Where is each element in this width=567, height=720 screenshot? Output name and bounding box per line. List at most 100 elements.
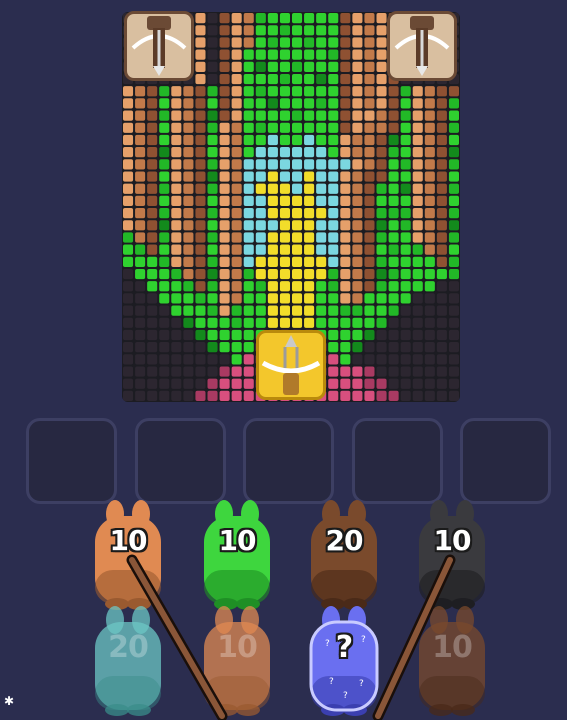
bunny-shade (204, 570, 270, 604)
pixel-cell (267, 25, 278, 36)
pixel-cell (183, 329, 194, 341)
pixel-cell (183, 390, 194, 401)
pixel-cell (364, 159, 375, 170)
bunny-orange[interactable]: 10 (196, 606, 278, 716)
pixel-cell (231, 220, 242, 231)
pixel-cell (195, 366, 206, 377)
pixel-cell (340, 98, 351, 109)
bunny-teal[interactable]: 20 (87, 606, 169, 716)
pixel-cell (400, 98, 411, 109)
pixel-cell (436, 293, 447, 304)
pixel-cell (340, 354, 351, 365)
pixel-cell (340, 25, 351, 36)
pixel-cell (352, 171, 363, 182)
pixel-cell (352, 378, 363, 389)
pixel-cell (171, 110, 182, 121)
pixel-cell (195, 268, 206, 280)
pixel-cell (135, 208, 146, 219)
pixel-cell (448, 366, 459, 377)
pixel-cell (207, 86, 218, 97)
turret-top-left[interactable] (124, 11, 194, 81)
pixel-cell (304, 49, 315, 60)
holding-slot-2[interactable] (135, 418, 226, 504)
pixel-cell (328, 73, 339, 85)
pixel-cell (448, 329, 459, 341)
pixel-cell (316, 49, 327, 60)
holding-slot-5[interactable] (460, 418, 551, 504)
pixel-cell (159, 86, 170, 97)
pixel-cell (243, 134, 254, 146)
pixel-cell (376, 366, 387, 377)
pixel-cell (364, 86, 375, 97)
pixel-cell (135, 183, 146, 194)
crossbow-icon (131, 16, 187, 76)
pixel-cell (243, 244, 254, 255)
pixel-cell (328, 220, 339, 231)
pixel-cell (219, 268, 230, 280)
pixel-cell (412, 317, 423, 328)
pixel-cell (292, 281, 303, 292)
bunny-black[interactable]: 10 (411, 500, 493, 610)
pixel-cell (219, 305, 230, 316)
pixel-cell (183, 256, 194, 267)
holding-slot-1[interactable] (26, 418, 117, 504)
pixel-cell (412, 195, 423, 206)
pixel-cell (412, 256, 423, 267)
pixel-cell (171, 293, 182, 304)
pixel-cell (316, 232, 327, 243)
holding-slot-4[interactable] (352, 418, 443, 504)
turret-top-right[interactable] (387, 11, 457, 81)
pixel-cell (243, 354, 254, 365)
bunny-brown[interactable]: 10 (411, 606, 493, 716)
pixel-cell (279, 73, 290, 85)
turret-bottom-active[interactable] (256, 330, 326, 400)
pixel-cell (243, 49, 254, 60)
pixel-cell (400, 305, 411, 316)
holding-slot-3[interactable] (243, 418, 334, 504)
pixel-cell (448, 171, 459, 182)
pixel-cell (412, 293, 423, 304)
pixel-cell (352, 49, 363, 60)
pixel-cell (267, 305, 278, 316)
pixel-cell (243, 195, 254, 206)
pixel-cell (267, 281, 278, 292)
pixel-cell (255, 98, 266, 109)
pixel-cell (207, 281, 218, 292)
pixel-cell (243, 73, 254, 85)
pixel-cell (255, 110, 266, 121)
pixel-cell (424, 159, 435, 170)
pixel-cell (364, 98, 375, 109)
pixel-cell (424, 390, 435, 401)
pixel-cell (364, 317, 375, 328)
pixel-cell (412, 134, 423, 146)
pixel-cell (340, 37, 351, 48)
pixel-cell (436, 122, 447, 133)
pixel-cell (243, 37, 254, 48)
bunny-brown[interactable]: 20 (303, 500, 385, 610)
pixel-cell (195, 134, 206, 146)
pixel-cell (123, 232, 134, 243)
pixel-cell (400, 122, 411, 133)
pixel-cell (147, 171, 158, 182)
pixel-cell (436, 329, 447, 341)
pixel-cell (279, 195, 290, 206)
pixel-cell (424, 232, 435, 243)
bunny-green[interactable]: 10 (196, 500, 278, 610)
pixel-cell (267, 220, 278, 231)
pixel-cell (219, 293, 230, 304)
pixel-cell (267, 86, 278, 97)
settings-icon[interactable]: ✱ (4, 694, 14, 708)
pixel-cell (183, 147, 194, 158)
pixel-cell (316, 268, 327, 280)
pixel-cell (123, 134, 134, 146)
pixel-cell (352, 159, 363, 170)
pixel-cell (292, 37, 303, 48)
bunny-orange[interactable]: 10 (87, 500, 169, 610)
pixel-cell (448, 147, 459, 158)
bunny-mystery[interactable]: ????? ? (303, 606, 385, 716)
pixel-cell (352, 195, 363, 206)
pixel-cell (255, 305, 266, 316)
pixel-cell (123, 256, 134, 267)
pixel-cell (292, 195, 303, 206)
pixel-cell (207, 25, 218, 36)
